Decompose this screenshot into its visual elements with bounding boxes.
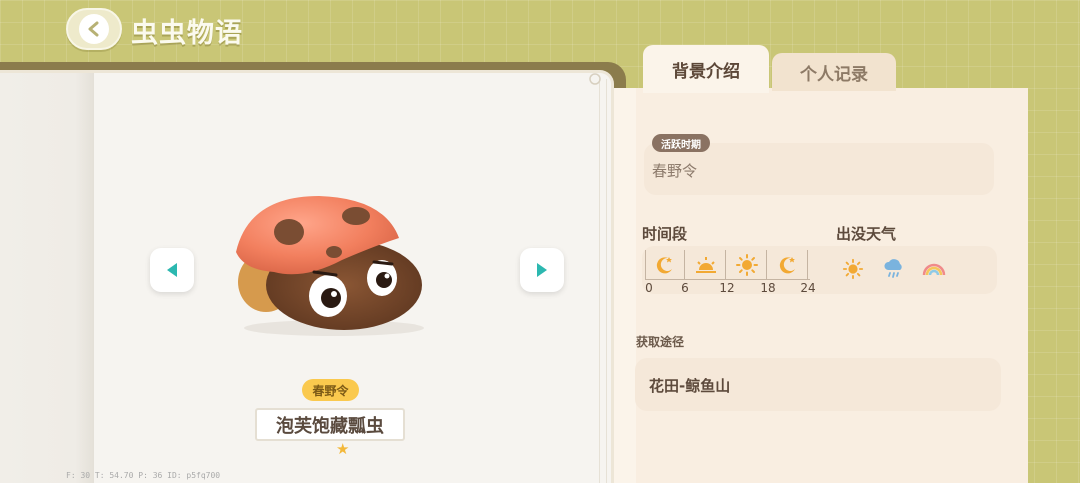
season-badge: 春野令 (302, 379, 359, 401)
tab-background[interactable]: 背景介绍 (643, 45, 769, 93)
rarity-star-icon: ★ (336, 440, 350, 458)
page-title: 虫虫物语 (131, 18, 243, 49)
time-slot-night-early (645, 250, 685, 280)
sun-icon (842, 258, 864, 280)
back-arrow-icon (79, 14, 109, 44)
time-slot-noon (727, 250, 767, 280)
time-tick: 0 (645, 281, 653, 295)
time-slot-night-late (768, 250, 808, 280)
moon-icon (656, 257, 672, 274)
ladybug-illustration (236, 196, 424, 336)
time-label: 时间段 (642, 225, 688, 243)
time-slot-morning (686, 250, 726, 280)
rainbow-icon (922, 263, 946, 276)
right-triangle-icon (537, 263, 547, 277)
bug-name: 泡芙饱藏瓢虫 (255, 408, 405, 441)
debug-info: F: 30 T: 54.70 P: 36 ID: p5fq700 (66, 471, 221, 480)
time-tick: 6 (681, 281, 689, 295)
obtain-value: 花田-鲸鱼山 (649, 377, 731, 395)
page-corner-icon (589, 73, 601, 85)
rain-icon (884, 259, 902, 278)
next-bug-button[interactable] (520, 248, 564, 292)
time-tick: 18 (760, 281, 776, 295)
sunrise-icon (695, 257, 716, 273)
tab-personal-record[interactable]: 个人记录 (772, 53, 896, 91)
time-tick: 12 (719, 281, 735, 295)
left-triangle-icon (167, 263, 177, 277)
prev-bug-button[interactable] (150, 248, 194, 292)
active-period-value: 春野令 (652, 162, 698, 180)
time-tick: 24 (800, 281, 816, 295)
weather-label: 出没天气 (836, 225, 897, 243)
page-edge (599, 79, 607, 483)
weather-sunny (840, 256, 866, 282)
time-axis (645, 279, 810, 280)
active-period-label: 活跃时期 (652, 134, 710, 152)
sun-icon (735, 254, 758, 276)
page-spine (0, 73, 94, 483)
weather-rainy (881, 256, 907, 282)
moon-icon (779, 257, 795, 274)
weather-rainbow (921, 256, 947, 282)
back-button[interactable] (66, 8, 122, 50)
obtain-label: 获取途径 (636, 335, 685, 349)
